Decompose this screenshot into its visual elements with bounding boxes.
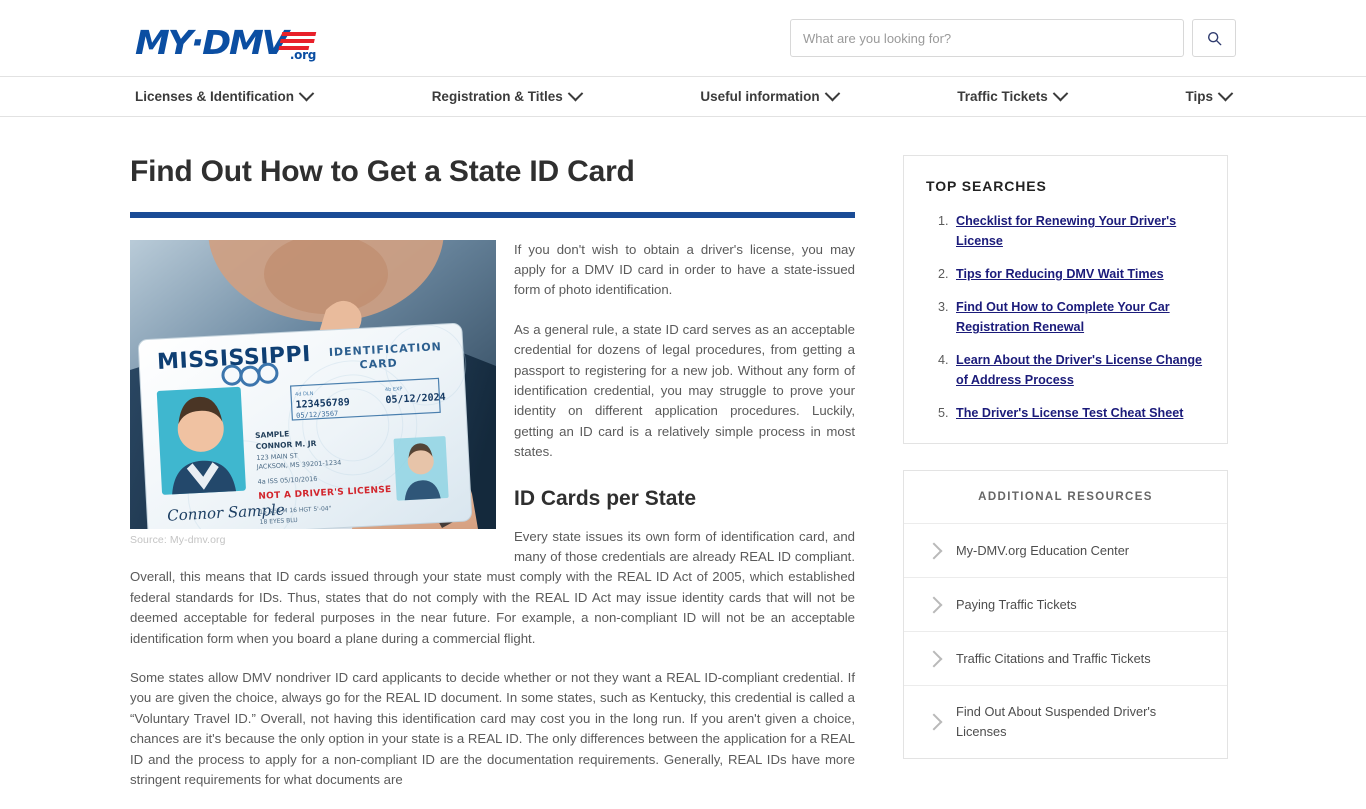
svg-text:4b EXP: 4b EXP: [385, 386, 403, 393]
article-flow: MISSISSIPPI IDENTIFICATION CARD: [130, 240, 855, 809]
resource-item-label: My-DMV.org Education Center: [956, 541, 1129, 561]
nav-item-licenses-identification[interactable]: Licenses & Identification: [135, 89, 312, 104]
nav-item-tips[interactable]: Tips: [1185, 89, 1231, 104]
site-logo[interactable]: MY·DMV .org: [135, 17, 314, 59]
title-underline-rule: [130, 212, 855, 218]
top-search-link-1[interactable]: Checklist for Renewing Your Driver's Lic…: [956, 214, 1176, 248]
nav-item-traffic-tickets[interactable]: Traffic Tickets: [957, 89, 1066, 104]
additional-resources-panel: ADDITIONAL RESOURCES My-DMV.org Educatio…: [903, 470, 1228, 759]
svg-text:SAMPLE: SAMPLE: [255, 429, 290, 440]
resource-item-traffic-citations[interactable]: Traffic Citations and Traffic Tickets: [904, 632, 1227, 686]
nav-item-label: Tips: [1185, 89, 1213, 104]
chevron-down-icon: [299, 86, 315, 102]
list-item: Checklist for Renewing Your Driver's Lic…: [952, 211, 1205, 251]
id-card-illustration: MISSISSIPPI IDENTIFICATION CARD: [130, 240, 496, 529]
additional-resources-heading: ADDITIONAL RESOURCES: [904, 471, 1227, 524]
list-item: The Driver's License Test Cheat Sheet: [952, 403, 1205, 423]
resource-item-label: Paying Traffic Tickets: [956, 595, 1077, 615]
svg-text:CARD: CARD: [359, 356, 398, 371]
header-search: [790, 19, 1236, 57]
svg-text:4d DLN: 4d DLN: [295, 390, 314, 397]
nav-item-label: Registration & Titles: [432, 89, 563, 104]
nav-item-registration-titles[interactable]: Registration & Titles: [432, 89, 581, 104]
chevron-right-icon: [926, 714, 943, 731]
sidebar: TOP SEARCHES Checklist for Renewing Your…: [903, 155, 1228, 809]
page-body: Find Out How to Get a State ID Card: [130, 117, 1236, 809]
top-searches-heading: TOP SEARCHES: [926, 178, 1205, 194]
top-searches-list: Checklist for Renewing Your Driver's Lic…: [926, 211, 1205, 423]
logo-wordmark: MY·DMV: [135, 26, 287, 59]
resource-item-education-center[interactable]: My-DMV.org Education Center: [904, 524, 1227, 578]
id-card-photo: MISSISSIPPI IDENTIFICATION CARD: [130, 240, 496, 529]
chevron-down-icon: [1053, 86, 1069, 102]
nav-item-label: Licenses & Identification: [135, 89, 294, 104]
page-title: Find Out How to Get a State ID Card: [130, 155, 855, 190]
top-search-link-4[interactable]: Learn About the Driver's License Change …: [956, 353, 1202, 387]
chevron-down-icon: [1218, 86, 1234, 102]
nav-inner: Licenses & Identification Registration &…: [130, 77, 1236, 116]
logo-tld: .org: [290, 48, 316, 62]
article-figure: MISSISSIPPI IDENTIFICATION CARD: [130, 240, 496, 546]
top-searches-panel: TOP SEARCHES Checklist for Renewing Your…: [903, 155, 1228, 444]
nav-item-label: Useful information: [700, 89, 819, 104]
article-content: Find Out How to Get a State ID Card: [130, 155, 855, 809]
resource-item-suspended-licenses[interactable]: Find Out About Suspended Driver's Licens…: [904, 686, 1227, 758]
chevron-right-icon: [926, 650, 943, 667]
resource-item-label: Traffic Citations and Traffic Tickets: [956, 649, 1151, 669]
search-icon: [1207, 31, 1222, 46]
search-button[interactable]: [1192, 19, 1236, 57]
list-item: Learn About the Driver's License Change …: [952, 350, 1205, 390]
nav-item-label: Traffic Tickets: [957, 89, 1048, 104]
resource-item-label: Find Out About Suspended Driver's Licens…: [956, 702, 1207, 742]
top-search-link-3[interactable]: Find Out How to Complete Your Car Regist…: [956, 300, 1170, 334]
nav-item-useful-information[interactable]: Useful information: [700, 89, 837, 104]
chevron-right-icon: [926, 542, 943, 559]
chevron-down-icon: [824, 86, 840, 102]
search-input[interactable]: [790, 19, 1184, 57]
main-navigation: Licenses & Identification Registration &…: [0, 77, 1366, 117]
list-item: Find Out How to Complete Your Car Regist…: [952, 297, 1205, 337]
chevron-right-icon: [926, 596, 943, 613]
list-item: Tips for Reducing DMV Wait Times: [952, 264, 1205, 284]
section-paragraph-2: Some states allow DMV nondriver ID card …: [130, 668, 855, 790]
chevron-down-icon: [567, 86, 583, 102]
top-search-link-5[interactable]: The Driver's License Test Cheat Sheet: [956, 406, 1183, 420]
top-search-link-2[interactable]: Tips for Reducing DMV Wait Times: [956, 267, 1164, 281]
header-inner: MY·DMV .org: [130, 17, 1236, 59]
site-header: MY·DMV .org: [0, 0, 1366, 77]
figure-caption: Source: My-dmv.org: [130, 529, 496, 546]
resource-item-paying-traffic-tickets[interactable]: Paying Traffic Tickets: [904, 578, 1227, 632]
